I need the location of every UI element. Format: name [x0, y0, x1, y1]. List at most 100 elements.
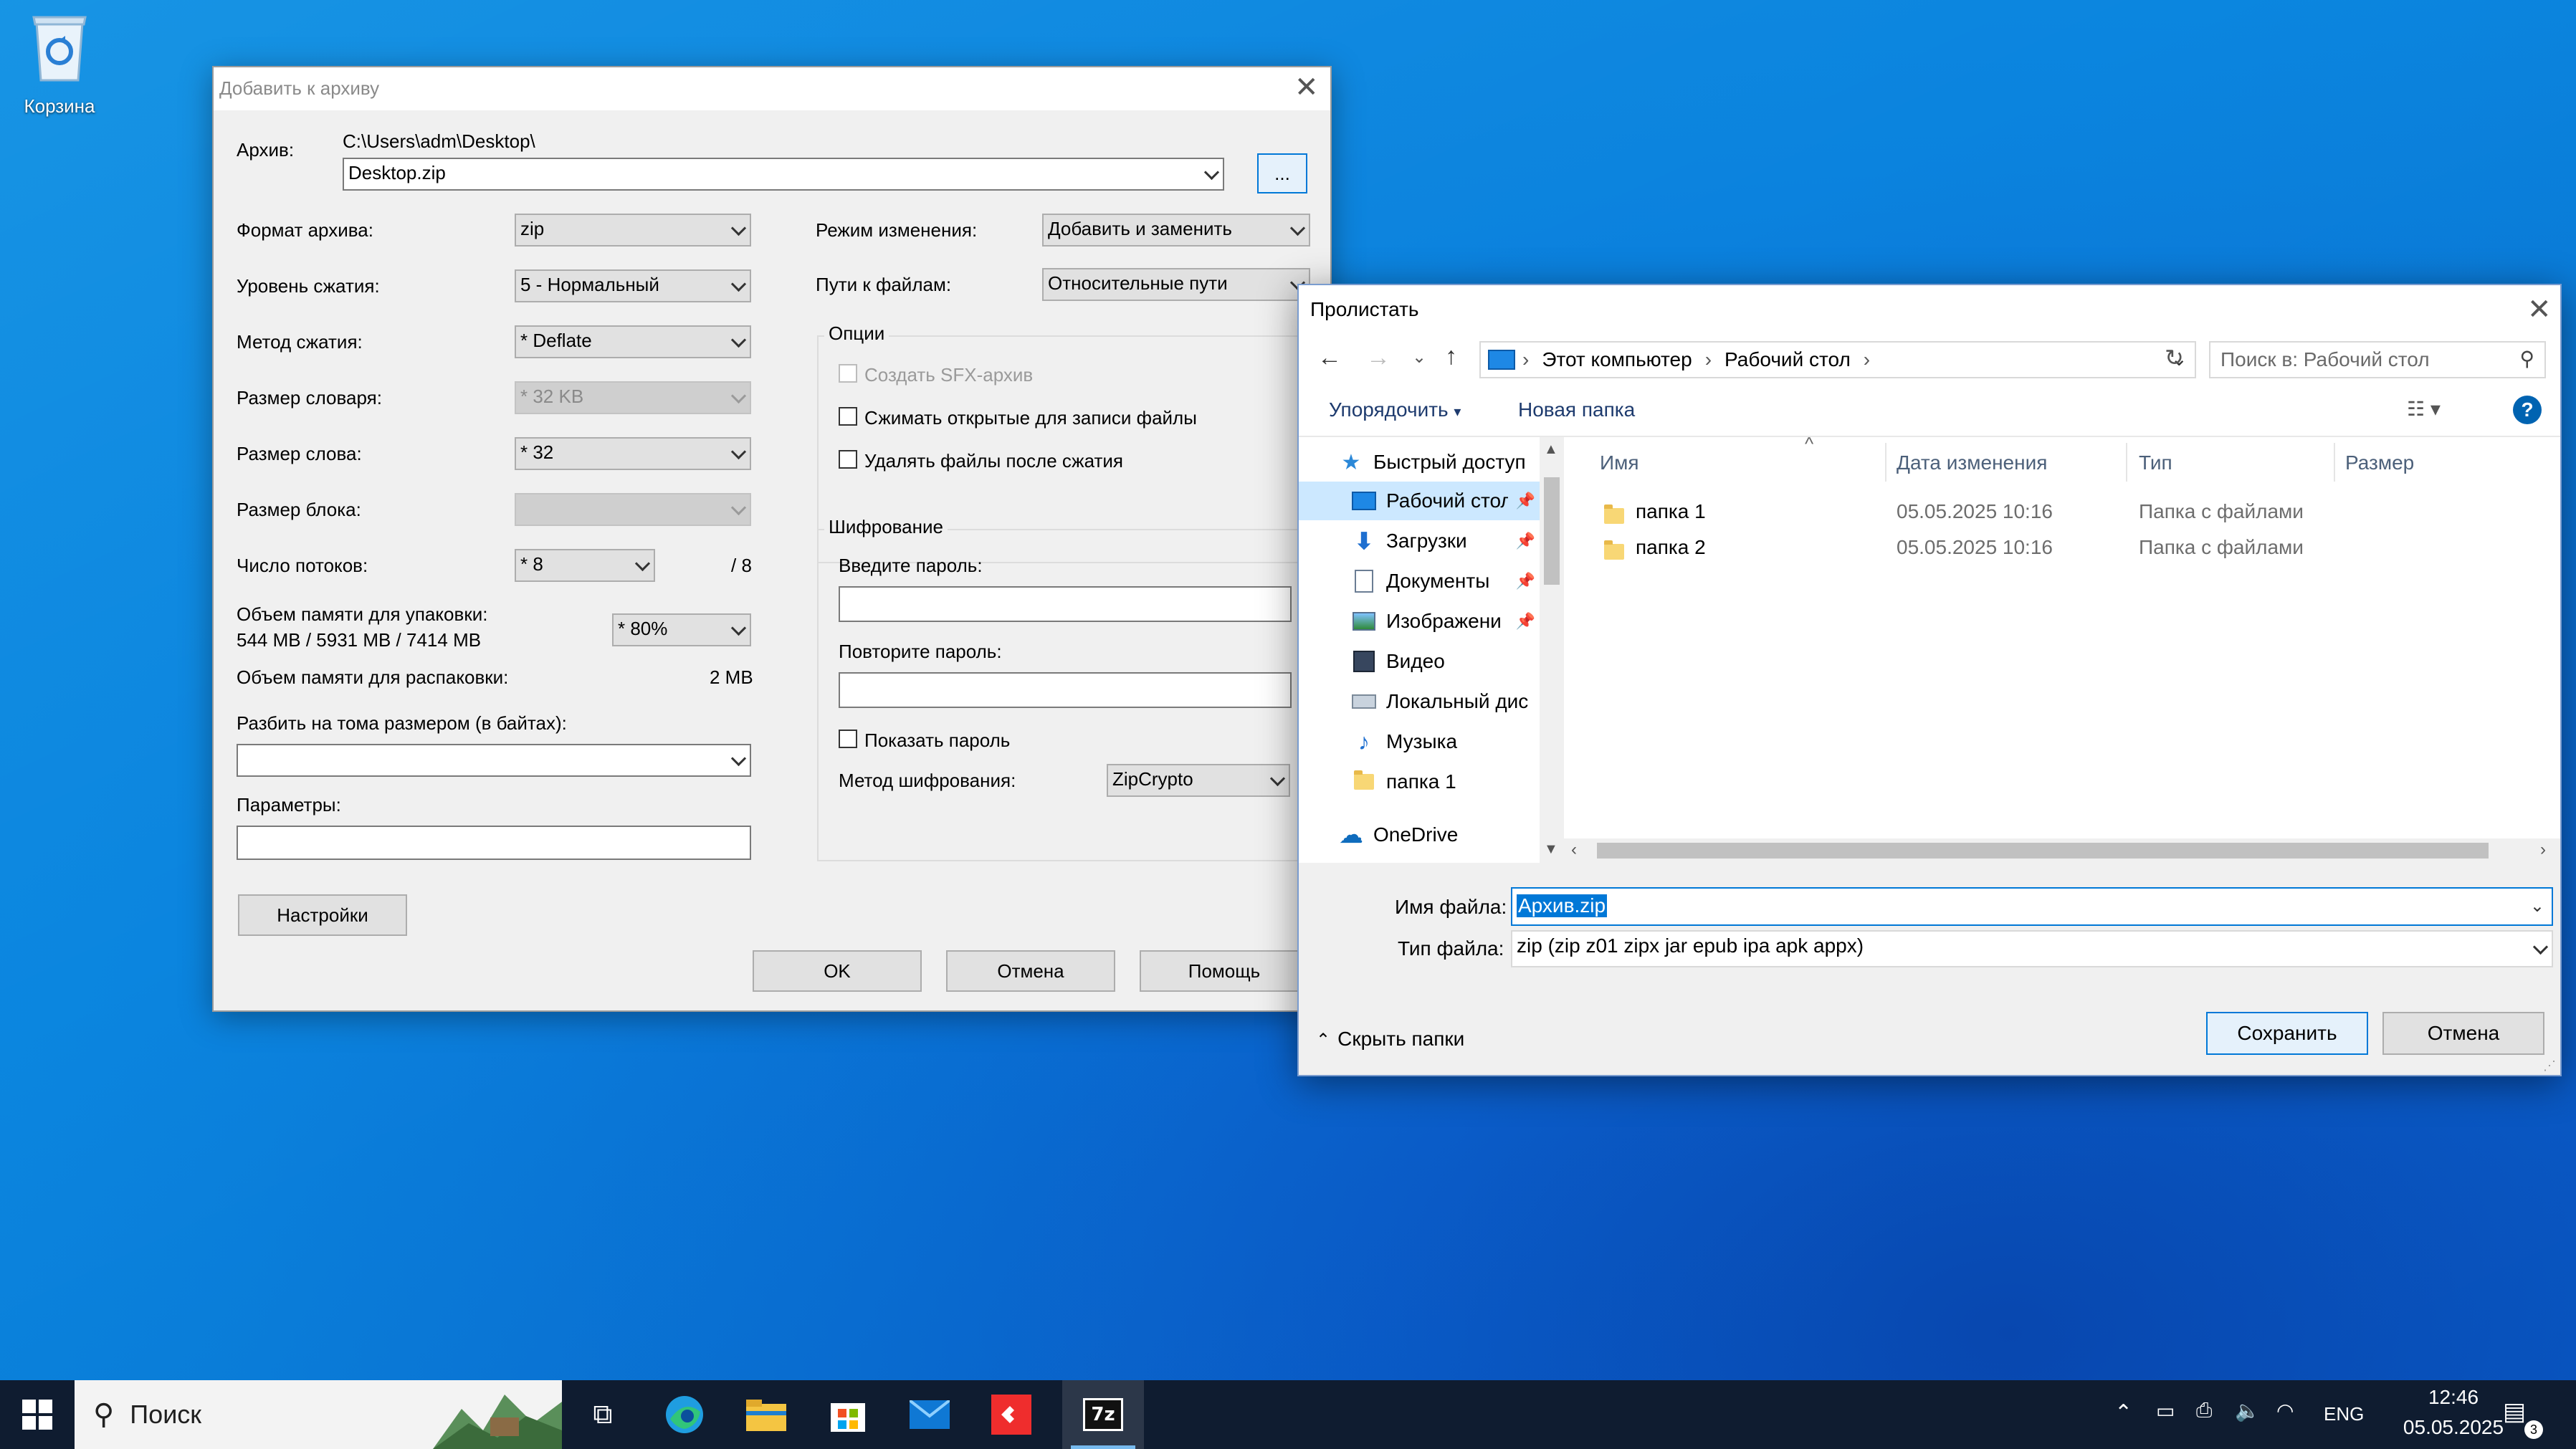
address-bar[interactable]: › Этот компьютер › Рабочий стол › ⌄	[1479, 341, 2196, 378]
nav-item-local-disk[interactable]: Локальный дис	[1299, 682, 1540, 721]
ok-button[interactable]: OK	[753, 950, 922, 992]
show-password-label: Показать пароль	[864, 730, 1011, 751]
forward-arrow-icon[interactable]: →	[1366, 344, 1390, 372]
scroll-right-icon[interactable]: ›	[2540, 840, 2546, 860]
resize-grip-icon[interactable]: ⋰	[2543, 1058, 2556, 1073]
mem-pack-combo[interactable]: * 80%	[612, 613, 751, 646]
taskbar-anydesk[interactable]	[970, 1380, 1052, 1449]
filename-input[interactable]: Архив.zip ⌄	[1511, 887, 2553, 926]
column-header-date[interactable]: Дата изменения	[1897, 451, 2047, 474]
taskbar-mail[interactable]	[889, 1380, 970, 1449]
breadcrumb-separator-icon: ›	[1704, 348, 1712, 370]
scroll-thumb[interactable]	[1597, 843, 2489, 859]
level-combo[interactable]: 5 - Нормальный	[515, 269, 751, 302]
title-bar[interactable]: Пролистать ✕	[1299, 285, 2560, 334]
breadcrumb-computer[interactable]: Этот компьютер	[1542, 348, 1692, 371]
battery-icon[interactable]: ▭	[2156, 1399, 2175, 1422]
taskbar-search[interactable]: ⚲ Поиск	[75, 1380, 562, 1449]
file-date: 05.05.2025 10:16	[1897, 536, 2053, 558]
chevron-down-icon[interactable]: ⌄	[2530, 896, 2544, 917]
up-arrow-icon[interactable]: ↑	[1445, 343, 1457, 370]
format-label: Формат архива:	[237, 219, 373, 241]
recent-chevron-icon[interactable]: ⌄	[1412, 347, 1426, 368]
settings-button[interactable]: Настройки	[238, 894, 407, 936]
scroll-thumb[interactable]	[1544, 477, 1560, 585]
filetype-combo[interactable]: zip (zip z01 zipx jar epub ipa apk appx)	[1511, 930, 2553, 967]
refresh-icon[interactable]: ↻	[2165, 344, 2193, 376]
archive-name-combo[interactable]: Desktop.zip	[343, 158, 1224, 191]
word-combo[interactable]: * 32	[515, 437, 751, 470]
anydesk-icon	[991, 1395, 1031, 1435]
params-input[interactable]	[237, 826, 751, 860]
show-password-checkbox[interactable]	[839, 730, 857, 748]
help-button[interactable]: Помощь	[1140, 950, 1309, 992]
nav-item-pictures[interactable]: Изображени 📌	[1299, 602, 1540, 641]
open-files-checkbox[interactable]	[839, 407, 857, 426]
enc-method-combo[interactable]: ZipCrypto	[1107, 764, 1290, 797]
new-folder-button[interactable]: Новая папка	[1518, 398, 1635, 421]
file-list-scrollbar[interactable]: ‹ ›	[1564, 838, 2560, 863]
column-header-size[interactable]: Размер	[2345, 451, 2414, 474]
scroll-left-icon[interactable]: ‹	[1571, 840, 1577, 860]
breadcrumb-desktop[interactable]: Рабочий стол	[1725, 348, 1851, 371]
method-combo[interactable]: * Deflate	[515, 325, 751, 358]
volume-icon[interactable]: 🔈	[2235, 1399, 2260, 1422]
update-mode-combo[interactable]: Добавить и заменить	[1042, 214, 1310, 247]
scroll-down-icon[interactable]: ▼	[1544, 841, 1558, 858]
chevron-down-icon	[730, 499, 747, 516]
folder-icon	[1604, 539, 1624, 562]
hide-folders-label: Скрыть папки	[1337, 1028, 1465, 1050]
nav-scrollbar[interactable]: ▲ ▼	[1540, 437, 1564, 863]
threads-value: * 8	[520, 553, 543, 575]
save-button[interactable]: Сохранить	[2206, 1012, 2368, 1055]
title-bar[interactable]: Добавить к архиву ✕	[214, 67, 1330, 110]
organize-menu[interactable]: Упорядочить ▾	[1329, 398, 1461, 421]
network-icon[interactable]: ◠	[2276, 1399, 2294, 1422]
tray-overflow-icon[interactable]: ⌃	[2114, 1400, 2132, 1425]
taskbar-7zip[interactable]: 7z	[1062, 1380, 1144, 1449]
taskbar-explorer[interactable]	[725, 1380, 807, 1449]
nav-item-downloads[interactable]: ⬇ Загрузки 📌	[1299, 522, 1540, 560]
threads-combo[interactable]: * 8	[515, 549, 655, 582]
column-header-name[interactable]: Имя	[1600, 451, 1639, 474]
hide-folders-button[interactable]: ⌃ Скрыть папки	[1316, 1028, 1464, 1051]
clock-time[interactable]: 12:46	[2407, 1386, 2500, 1409]
password-input[interactable]	[839, 586, 1292, 622]
close-button[interactable]: ✕	[2527, 295, 2552, 324]
view-options-icon[interactable]: ☷ ▾	[2407, 397, 2441, 421]
nav-item-videos[interactable]: Видео	[1299, 642, 1540, 681]
nav-item-music[interactable]: ♪ Музыка	[1299, 722, 1540, 761]
recycle-bin[interactable]: Корзина	[13, 7, 106, 118]
method-label: Метод сжатия:	[237, 331, 363, 353]
file-row[interactable]: папка 2 05.05.2025 10:16 Папка с файлами	[1564, 529, 2560, 565]
mem-pack-label: Объем памяти для упаковки:	[237, 603, 488, 625]
nav-item-quick-access[interactable]: ★ Быстрый доступ	[1299, 443, 1564, 482]
delete-after-checkbox[interactable]	[839, 450, 857, 469]
cancel-button[interactable]: Отмена	[946, 950, 1115, 992]
nav-item-onedrive[interactable]: ☁ OneDrive	[1299, 816, 1564, 854]
password-repeat-input[interactable]	[839, 672, 1292, 708]
language-indicator[interactable]: ENG	[2324, 1403, 2364, 1425]
notifications-icon[interactable]: ▤	[2503, 1397, 2526, 1426]
nav-item-folder1[interactable]: папка 1	[1299, 762, 1540, 801]
format-combo[interactable]: zip	[515, 214, 751, 247]
split-label: Разбить на тома размером (в байтах):	[237, 712, 567, 734]
cancel-button[interactable]: Отмена	[2382, 1012, 2544, 1055]
back-arrow-icon[interactable]: ←	[1317, 344, 1342, 372]
paths-combo[interactable]: Относительные пути	[1042, 268, 1310, 301]
taskbar-edge[interactable]	[644, 1380, 725, 1449]
start-button[interactable]	[0, 1380, 75, 1449]
nav-item-documents[interactable]: Документы 📌	[1299, 562, 1540, 601]
column-header-type[interactable]: Тип	[2139, 451, 2172, 474]
meet-now-icon[interactable]: ⎙	[2196, 1399, 2212, 1422]
browse-button[interactable]: ...	[1257, 153, 1307, 193]
taskbar-store[interactable]	[807, 1380, 889, 1449]
split-combo[interactable]	[237, 744, 751, 777]
help-icon[interactable]: ?	[2513, 396, 2542, 424]
file-row[interactable]: папка 1 05.05.2025 10:16 Папка с файлами	[1564, 493, 2560, 529]
close-button[interactable]: ✕	[1294, 73, 1319, 102]
search-input[interactable]: Поиск в: Рабочий стол ⚲	[2209, 341, 2546, 378]
scroll-up-icon[interactable]: ▲	[1544, 441, 1558, 458]
nav-item-desktop[interactable]: Рабочий стол 📌	[1299, 482, 1540, 520]
task-view-button[interactable]: ⧉	[562, 1380, 644, 1449]
